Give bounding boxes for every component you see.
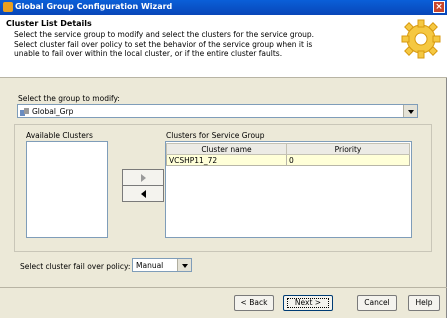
wizard-window: Global Group Configuration Wizard × Clus… (0, 0, 447, 318)
table-row[interactable]: VCSHP11_72 0 (166, 154, 410, 166)
chevron-down-icon[interactable] (177, 259, 191, 271)
service-group-clusters-label: Clusters for Service Group (166, 131, 265, 140)
remove-cluster-button[interactable] (122, 185, 164, 202)
gear-icon (401, 19, 441, 59)
focus-ring (287, 298, 329, 308)
app-icon (3, 2, 13, 12)
description-line-1: Select the service group to modify and s… (14, 30, 315, 39)
group-select[interactable]: Global_Grp (17, 104, 418, 118)
arrow-right-icon (141, 174, 146, 182)
add-cluster-button[interactable] (122, 169, 164, 186)
column-header-priority[interactable]: Priority (286, 143, 410, 155)
column-header-cluster-name[interactable]: Cluster name (166, 143, 287, 155)
title-bar: Global Group Configuration Wizard × (0, 0, 447, 15)
page-description: Select the service group to modify and s… (14, 30, 394, 59)
available-clusters-list[interactable] (26, 141, 108, 238)
description-line-3: unable to fail over within the local clu… (14, 49, 283, 58)
cancel-button[interactable]: Cancel (357, 295, 397, 311)
priority-cell[interactable]: 0 (286, 154, 410, 166)
divider (0, 287, 447, 288)
table-header-row: Cluster name Priority (166, 143, 410, 155)
policy-label: Select cluster fail over policy: (20, 262, 131, 271)
page-title: Cluster List Details (6, 19, 92, 28)
cluster-name-cell[interactable]: VCSHP11_72 (166, 154, 287, 166)
policy-select-value: Manual (136, 261, 164, 270)
clusters-table: Cluster name Priority VCSHP11_72 0 (166, 143, 410, 166)
available-clusters-label: Available Clusters (26, 131, 93, 140)
next-button[interactable]: Next > (283, 295, 333, 311)
policy-select[interactable]: Manual (132, 258, 192, 272)
group-select-value: Global_Grp (32, 107, 74, 116)
group-icon (20, 108, 29, 116)
back-button[interactable]: < Back (234, 295, 274, 311)
description-line-2: Select cluster fail over policy to set t… (14, 39, 313, 49)
group-select-label: Select the group to modify: (18, 94, 120, 103)
window-title: Global Group Configuration Wizard (15, 2, 173, 11)
chevron-down-icon[interactable] (403, 105, 417, 117)
wizard-header: Cluster List Details Select the service … (0, 15, 447, 78)
help-button[interactable]: Help (408, 295, 440, 311)
close-button[interactable]: × (433, 1, 445, 13)
arrow-left-icon (141, 190, 146, 198)
